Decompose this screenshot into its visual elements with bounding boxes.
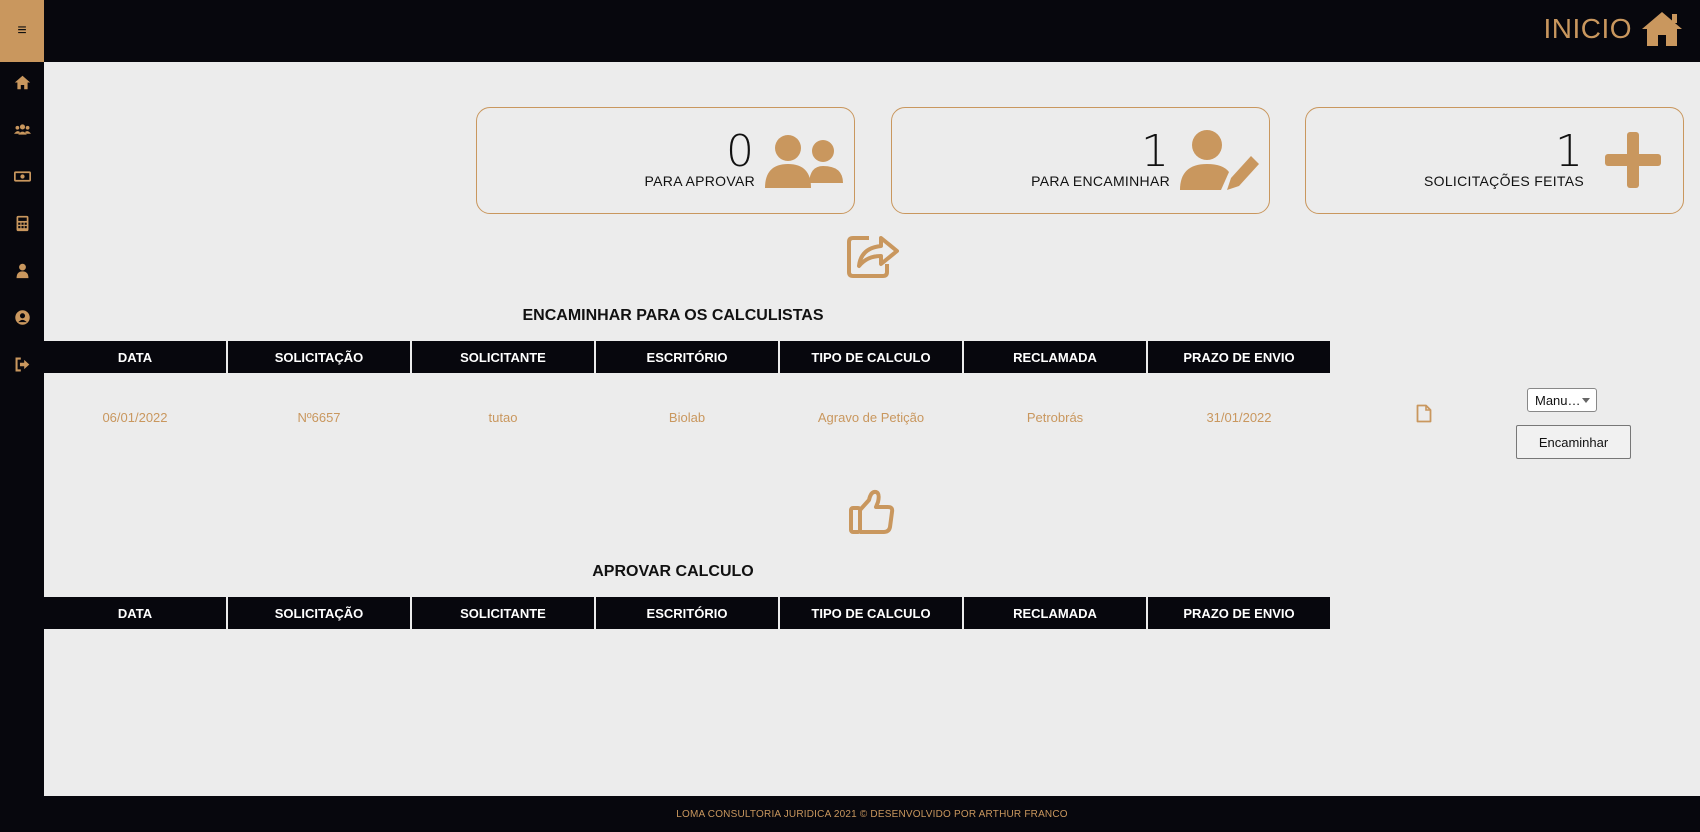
home-icon bbox=[14, 75, 30, 89]
sidebar-item-users[interactable] bbox=[12, 119, 32, 139]
column-header-escritorio[interactable]: ESCRITÓRIO bbox=[596, 341, 778, 373]
cell-solicitacao: Nº6657 bbox=[297, 409, 341, 425]
user-edit-icon bbox=[1180, 130, 1259, 190]
cell-prazo-de-envio: 31/01/2022 bbox=[1206, 409, 1272, 425]
encaminhar-button[interactable]: Encaminhar bbox=[1516, 425, 1631, 459]
sidebar-item-calculator[interactable] bbox=[12, 213, 32, 233]
document-icon[interactable] bbox=[1416, 404, 1432, 423]
chevron-down-icon bbox=[1582, 398, 1590, 403]
column-header-tipo-de-calculo[interactable]: TIPO DE CALCULO bbox=[780, 341, 962, 373]
sidebar-item-account[interactable] bbox=[12, 307, 32, 327]
footer: LOMA CONSULTORIA JURIDICA 2021 © DESENVO… bbox=[44, 796, 1700, 832]
menu-toggle-button[interactable]: ≡ bbox=[0, 0, 44, 62]
card-solicitacoes-feitas[interactable]: 1 SOLICITAÇÕES FEITAS bbox=[1305, 107, 1684, 214]
card-label: PARA ENCAMINHAR bbox=[1031, 173, 1170, 189]
sign-out-icon bbox=[15, 357, 29, 371]
sidebar-item-logout[interactable] bbox=[12, 354, 32, 374]
column-header-prazo-de-envio[interactable]: PRAZO DE ENVIO bbox=[1148, 597, 1330, 629]
calculista-select-value: Manu… bbox=[1535, 392, 1581, 408]
column-header-solicitacao[interactable]: SOLICITAÇÃO bbox=[228, 597, 410, 629]
card-count: 0 bbox=[726, 126, 754, 177]
sidebar-item-home[interactable] bbox=[12, 72, 32, 92]
column-header-data[interactable]: DATA bbox=[44, 597, 226, 629]
column-header-reclamada[interactable]: RECLAMADA bbox=[964, 341, 1146, 373]
cell-data: 06/01/2022 bbox=[102, 409, 168, 425]
table-header-aprovar: DATA SOLICITAÇÃO SOLICITANTE ESCRITÓRIO … bbox=[44, 597, 1330, 629]
menu-icon: ≡ bbox=[17, 22, 27, 39]
column-header-solicitacao[interactable]: SOLICITAÇÃO bbox=[228, 341, 410, 373]
card-para-aprovar[interactable]: 0 PARA APROVAR bbox=[476, 107, 855, 214]
card-para-encaminhar[interactable]: 1 PARA ENCAMINHAR bbox=[891, 107, 1270, 214]
sidebar bbox=[0, 62, 44, 832]
users-icon bbox=[13, 123, 31, 135]
section-title-encaminhar: ENCAMINHAR PARA OS CALCULISTAS bbox=[522, 307, 824, 324]
calculator-icon bbox=[16, 215, 28, 231]
card-label: PARA APROVAR bbox=[644, 173, 755, 189]
thumbs-up-icon bbox=[849, 489, 895, 534]
column-header-solicitante[interactable]: SOLICITANTE bbox=[412, 597, 594, 629]
users-icon bbox=[765, 135, 843, 188]
card-label: SOLICITAÇÕES FEITAS bbox=[1424, 173, 1584, 189]
cell-escritorio: Biolab bbox=[668, 409, 706, 425]
calculista-select[interactable]: Manu… bbox=[1527, 388, 1597, 412]
top-bar: ≡ INICIO bbox=[0, 0, 1700, 62]
table-row: 06/01/2022 Nº6657 tutao Biolab Agravo de… bbox=[44, 404, 1330, 430]
share-square-icon bbox=[847, 236, 899, 278]
cell-solicitante: tutao bbox=[488, 409, 518, 425]
column-header-solicitante[interactable]: SOLICITANTE bbox=[412, 341, 594, 373]
page-title: INICIO bbox=[1543, 13, 1632, 44]
sidebar-item-profile[interactable] bbox=[12, 260, 32, 280]
home-icon bbox=[1642, 12, 1682, 46]
plus-icon bbox=[1605, 132, 1661, 188]
cell-tipo-de-calculo: Agravo de Petição bbox=[817, 409, 925, 425]
column-header-prazo-de-envio[interactable]: PRAZO DE ENVIO bbox=[1148, 341, 1330, 373]
column-header-escritorio[interactable]: ESCRITÓRIO bbox=[596, 597, 778, 629]
column-header-tipo-de-calculo[interactable]: TIPO DE CALCULO bbox=[780, 597, 962, 629]
column-header-reclamada[interactable]: RECLAMADA bbox=[964, 597, 1146, 629]
table-header-encaminhar: DATA SOLICITAÇÃO SOLICITANTE ESCRITÓRIO … bbox=[44, 341, 1330, 373]
card-count: 1 bbox=[1141, 126, 1169, 177]
card-count: 1 bbox=[1555, 126, 1583, 177]
user-icon bbox=[16, 263, 28, 278]
cell-reclamada: Petrobrás bbox=[1026, 409, 1084, 425]
column-header-data[interactable]: DATA bbox=[44, 341, 226, 373]
sidebar-item-financial[interactable] bbox=[12, 166, 32, 186]
money-icon bbox=[13, 170, 31, 182]
section-title-aprovar: APROVAR CALCULO bbox=[592, 563, 754, 580]
user-circle-icon bbox=[14, 309, 30, 325]
page-title-group: INICIO bbox=[1543, 10, 1684, 48]
footer-text: LOMA CONSULTORIA JURIDICA 2021 © DESENVO… bbox=[676, 808, 1068, 820]
